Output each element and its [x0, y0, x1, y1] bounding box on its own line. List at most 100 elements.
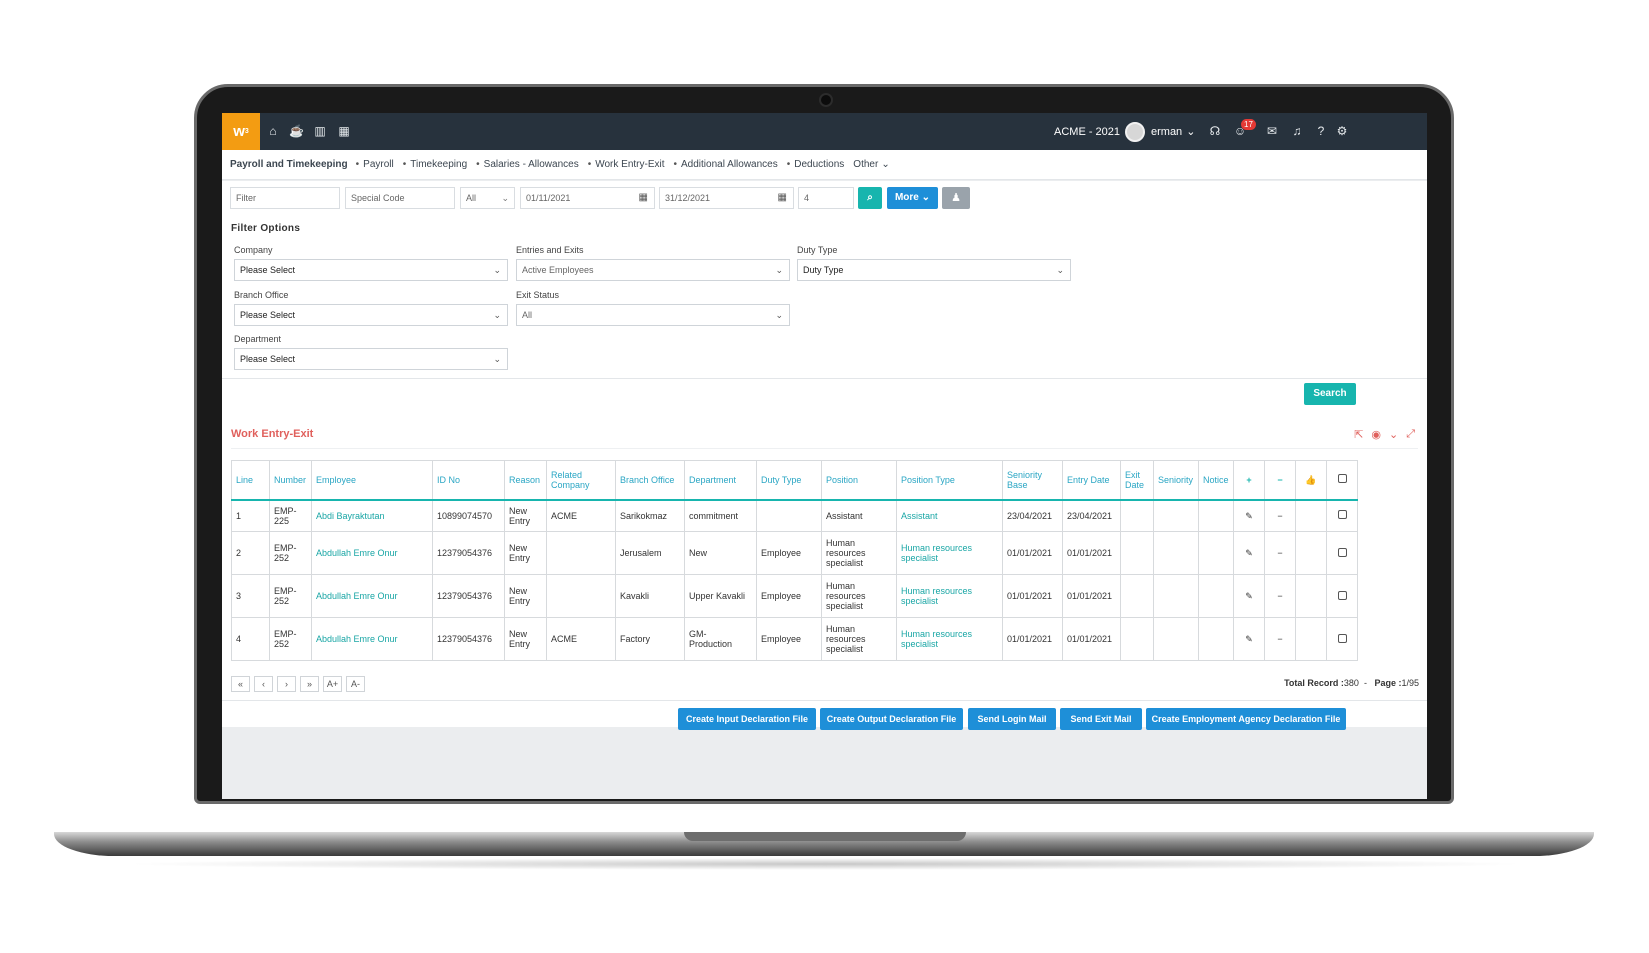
first-page-button[interactable]: «	[231, 676, 250, 692]
col-employee[interactable]: Employee	[311, 460, 433, 501]
company-year[interactable]: ACME - 2021	[1054, 113, 1120, 150]
date-from-input[interactable]: 01/11/2021 ▦	[520, 187, 655, 209]
minus-icon[interactable]: −	[1264, 574, 1296, 618]
minus-icon[interactable]: −	[1264, 617, 1296, 661]
col-position[interactable]: Position	[821, 460, 897, 501]
cell-position-type-link[interactable]: Assistant	[896, 499, 1003, 532]
col-department[interactable]: Department	[684, 460, 757, 501]
last-page-button[interactable]: »	[300, 676, 319, 692]
duty-type-select[interactable]: Duty Type ⌄	[797, 259, 1071, 281]
col-related-company[interactable]: Related Company	[546, 460, 616, 501]
create-input-declaration-button[interactable]: Create Input Declaration File	[678, 708, 816, 730]
nav-other-dropdown[interactable]: Other	[853, 159, 889, 170]
user-menu[interactable]: erman ⌄	[1125, 113, 1195, 150]
pencil-icon[interactable]: ✎	[1233, 574, 1265, 618]
help-icon[interactable]: ?	[1314, 124, 1328, 138]
calendar-icon[interactable]: ▦	[337, 124, 351, 138]
minus-icon[interactable]: −	[1264, 460, 1296, 501]
nav-payroll-timekeeping[interactable]: Payroll and Timekeeping	[230, 159, 348, 170]
export-icon[interactable]: ⇱	[1354, 428, 1363, 441]
col-branch-office[interactable]: Branch Office	[615, 460, 685, 501]
nav-payroll[interactable]: Payroll	[356, 159, 394, 170]
cell-position: Human resources specialist	[821, 617, 897, 661]
plus-icon[interactable]: +	[1233, 460, 1265, 501]
bell-icon[interactable]: ♫	[1290, 124, 1304, 138]
col-line[interactable]: Line	[231, 460, 270, 501]
create-output-declaration-button[interactable]: Create Output Declaration File	[820, 708, 963, 730]
pencil-icon[interactable]: ✎	[1233, 617, 1265, 661]
minus-icon[interactable]: −	[1264, 499, 1296, 532]
cell-employee-link[interactable]: Abdullah Emre Onur	[311, 574, 433, 618]
department-select[interactable]: Please Select ⌄	[234, 348, 508, 370]
nav-work-entry-exit[interactable]: Work Entry-Exit	[588, 159, 664, 170]
coffee-icon[interactable]: ☕	[289, 124, 304, 138]
calendar-icon[interactable]: ▦	[778, 188, 787, 208]
minus-icon[interactable]: −	[1264, 531, 1296, 575]
cell-position-type-link[interactable]: Human resources specialist	[896, 531, 1003, 575]
headset-icon[interactable]: ☊	[1208, 124, 1222, 138]
nav-timekeeping[interactable]: Timekeeping	[403, 159, 467, 170]
prev-page-button[interactable]: ‹	[254, 676, 273, 692]
row-checkbox[interactable]	[1326, 574, 1358, 618]
col-reason[interactable]: Reason	[504, 460, 547, 501]
entries-exits-select[interactable]: Active Employees ⌄	[516, 259, 790, 281]
cell-employee-link[interactable]: Abdullah Emre Onur	[311, 531, 433, 575]
nav-additional-allowances[interactable]: Additional Allowances	[674, 159, 778, 170]
cell-position-type-link[interactable]: Human resources specialist	[896, 617, 1003, 661]
search-button[interactable]: ⌕	[858, 187, 882, 209]
search-submit-button[interactable]: Search	[1304, 383, 1356, 405]
font-increase-button[interactable]: A+	[323, 676, 342, 692]
send-exit-mail-button[interactable]: Send Exit Mail	[1060, 708, 1142, 730]
cell-related-company	[546, 574, 616, 618]
app-logo[interactable]: w3	[222, 113, 260, 150]
calendar-icon[interactable]: ▦	[639, 188, 648, 208]
send-login-mail-button[interactable]: Send Login Mail	[968, 708, 1056, 730]
col-exit-date[interactable]: Exit Date	[1120, 460, 1154, 501]
table-row[interactable]: 3 EMP-252 Abdullah Emre Onur 12379054376…	[231, 574, 1358, 618]
chart-icon[interactable]: ▥	[313, 124, 327, 138]
date-to-input[interactable]: 31/12/2021 ▦	[659, 187, 794, 209]
pencil-icon[interactable]: ✎	[1233, 499, 1265, 532]
table-row[interactable]: 4 EMP-252 Abdullah Emre Onur 12379054376…	[231, 617, 1358, 661]
row-checkbox[interactable]	[1326, 617, 1358, 661]
home-icon[interactable]: ⌂	[266, 124, 280, 138]
cell-position-type-link[interactable]: Human resources specialist	[896, 574, 1003, 618]
next-page-button[interactable]: ›	[277, 676, 296, 692]
table-row[interactable]: 1 EMP-225 Abdi Bayraktutan 10899074570 N…	[231, 499, 1358, 532]
font-decrease-button[interactable]: A-	[346, 676, 365, 692]
expand-icon[interactable]: ⤢	[1406, 428, 1415, 441]
col-number[interactable]: Number	[269, 460, 312, 501]
select-all-checkbox[interactable]	[1326, 460, 1358, 501]
col-id-no[interactable]: ID No	[432, 460, 505, 501]
row-checkbox[interactable]	[1326, 531, 1358, 575]
nav-deductions[interactable]: Deductions	[787, 159, 844, 170]
create-employment-agency-button[interactable]: Create Employment Agency Declaration Fil…	[1146, 708, 1346, 730]
filter-input[interactable]: Filter	[230, 187, 340, 209]
col-notice[interactable]: Notice	[1198, 460, 1234, 501]
branch-office-select[interactable]: Please Select ⌄	[234, 304, 508, 326]
eye-icon[interactable]: ◉	[1371, 428, 1381, 441]
pencil-icon[interactable]: ✎	[1233, 531, 1265, 575]
table-row[interactable]: 2 EMP-252 Abdullah Emre Onur 12379054376…	[231, 531, 1358, 575]
chat-icon[interactable]: ✉	[1265, 124, 1279, 138]
cell-employee-link[interactable]: Abdi Bayraktutan	[311, 499, 433, 532]
col-duty-type[interactable]: Duty Type	[756, 460, 822, 501]
gear-icon[interactable]: ⚙	[1335, 124, 1349, 138]
col-seniority[interactable]: Seniority	[1153, 460, 1199, 501]
col-position-type[interactable]: Position Type	[896, 460, 1003, 501]
all-select[interactable]: All ⌄	[460, 187, 515, 209]
thumbs-up-icon[interactable]: 👍	[1295, 460, 1327, 501]
collapse-icon[interactable]: ⌄	[1389, 428, 1398, 441]
date-to-value: 31/12/2021	[665, 193, 711, 203]
col-entry-date[interactable]: Entry Date	[1062, 460, 1121, 501]
row-checkbox[interactable]	[1326, 499, 1358, 532]
nav-salaries-allowances[interactable]: Salaries - Allowances	[476, 159, 579, 170]
count-input[interactable]: 4	[798, 187, 854, 209]
special-code-input[interactable]: Special Code	[345, 187, 455, 209]
cell-employee-link[interactable]: Abdullah Emre Onur	[311, 617, 433, 661]
exit-status-select[interactable]: All ⌄	[516, 304, 790, 326]
user-filter-button[interactable]: ♟	[942, 187, 970, 209]
more-button[interactable]: More ⌄	[887, 187, 938, 209]
company-select[interactable]: Please Select ⌄	[234, 259, 508, 281]
col-seniority-base[interactable]: Seniority Base	[1002, 460, 1063, 501]
